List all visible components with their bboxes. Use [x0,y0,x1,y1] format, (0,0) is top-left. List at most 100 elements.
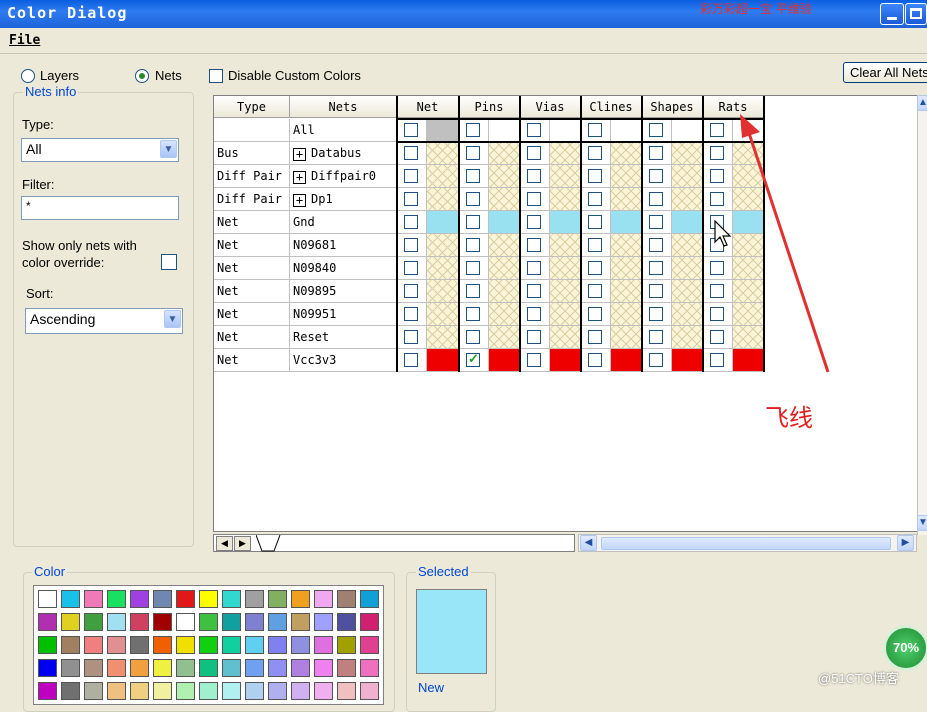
color-cell[interactable] [489,211,520,234]
color-override-checkbox[interactable] [466,169,480,183]
color-override-checkbox[interactable] [404,353,418,367]
color-override-checkbox[interactable] [710,330,724,344]
color-swatch[interactable] [245,659,264,677]
color-cell[interactable] [611,326,642,349]
row-net-name[interactable]: N09951 [290,303,397,326]
color-swatch[interactable] [337,590,356,608]
color-swatch[interactable] [199,636,218,654]
color-override-checkbox[interactable] [527,330,541,344]
menu-file[interactable]: File [9,33,40,48]
color-swatch[interactable] [153,613,172,631]
minimize-button[interactable] [880,3,904,25]
color-swatch[interactable] [176,613,195,631]
color-override-checkbox[interactable] [527,169,541,183]
color-swatch[interactable] [130,636,149,654]
color-cell[interactable] [672,188,703,211]
color-override-checkbox[interactable] [527,307,541,321]
color-cell[interactable] [550,326,581,349]
color-swatch[interactable] [222,613,241,631]
color-override-checkbox[interactable] [527,238,541,252]
disable-custom-colors-label[interactable]: Disable Custom Colors [228,68,361,83]
color-cell[interactable] [427,142,459,165]
color-override-checkbox[interactable] [527,261,541,275]
color-swatch[interactable] [38,659,57,677]
color-swatch[interactable] [199,659,218,677]
color-override-checkbox[interactable] [161,254,177,270]
color-override-checkbox[interactable] [588,192,602,206]
color-cell[interactable] [611,142,642,165]
color-override-checkbox[interactable] [466,146,480,160]
color-override-checkbox[interactable] [404,284,418,298]
color-override-checkbox[interactable] [404,261,418,275]
color-cell[interactable] [611,234,642,257]
color-swatch[interactable] [130,613,149,631]
color-override-checkbox[interactable] [404,215,418,229]
color-override-checkbox[interactable] [404,192,418,206]
color-swatch[interactable] [199,682,218,700]
color-override-checkbox[interactable] [588,123,602,137]
color-cell[interactable] [427,349,459,372]
color-override-checkbox[interactable] [404,146,418,160]
color-override-checkbox[interactable] [466,238,480,252]
color-cell[interactable] [550,234,581,257]
color-cell[interactable] [611,303,642,326]
color-swatch[interactable] [360,590,379,608]
color-swatch[interactable] [130,682,149,700]
color-override-checkbox[interactable] [404,307,418,321]
color-override-checkbox[interactable] [466,351,480,367]
column-header-nets[interactable]: Nets [290,96,397,118]
color-override-checkbox[interactable] [710,123,724,137]
color-override-checkbox[interactable] [588,353,602,367]
color-swatch[interactable] [337,682,356,700]
color-swatch[interactable] [153,682,172,700]
color-cell[interactable] [550,119,581,142]
color-swatch[interactable] [61,659,80,677]
column-header-pins[interactable]: Pins [459,96,520,118]
color-override-checkbox[interactable] [466,284,480,298]
color-swatch[interactable] [84,682,103,700]
row-net-name[interactable]: Reset [290,326,397,349]
color-swatch[interactable] [176,682,195,700]
color-override-checkbox[interactable] [527,284,541,298]
color-cell[interactable] [427,257,459,280]
color-swatch[interactable] [360,613,379,631]
sheet-tab[interactable] [256,535,286,552]
color-swatch[interactable] [222,590,241,608]
color-swatch[interactable] [107,659,126,677]
color-swatch[interactable] [245,590,264,608]
color-cell[interactable] [672,326,703,349]
color-swatch[interactable] [84,590,103,608]
color-swatch[interactable] [38,613,57,631]
color-cell[interactable] [672,234,703,257]
color-cell[interactable] [550,142,581,165]
scroll-up-icon[interactable]: ▲ [917,95,927,111]
color-cell[interactable] [672,303,703,326]
tab-next-icon[interactable]: ▶ [234,536,251,551]
color-override-checkbox[interactable] [649,238,663,252]
color-swatch[interactable] [199,590,218,608]
color-swatch[interactable] [199,613,218,631]
color-override-checkbox[interactable] [404,330,418,344]
color-override-checkbox[interactable] [588,330,602,344]
color-cell[interactable] [427,165,459,188]
scroll-left-icon[interactable]: ◀ [580,535,597,551]
color-swatch[interactable] [337,636,356,654]
color-swatch[interactable] [268,682,287,700]
color-cell[interactable] [672,165,703,188]
color-override-checkbox[interactable] [710,307,724,321]
color-override-checkbox[interactable] [466,261,480,275]
color-swatch[interactable] [268,659,287,677]
color-override-checkbox[interactable] [466,192,480,206]
color-override-checkbox[interactable] [710,146,724,160]
color-swatch[interactable] [176,659,195,677]
color-swatch[interactable] [360,636,379,654]
layers-radio[interactable] [21,69,35,83]
color-override-checkbox[interactable] [404,238,418,252]
color-cell[interactable] [550,188,581,211]
disable-custom-colors-checkbox[interactable] [209,69,223,83]
color-cell[interactable] [427,326,459,349]
color-swatch[interactable] [222,682,241,700]
color-cell[interactable] [672,142,703,165]
color-cell[interactable] [427,280,459,303]
color-override-checkbox[interactable] [404,123,418,137]
